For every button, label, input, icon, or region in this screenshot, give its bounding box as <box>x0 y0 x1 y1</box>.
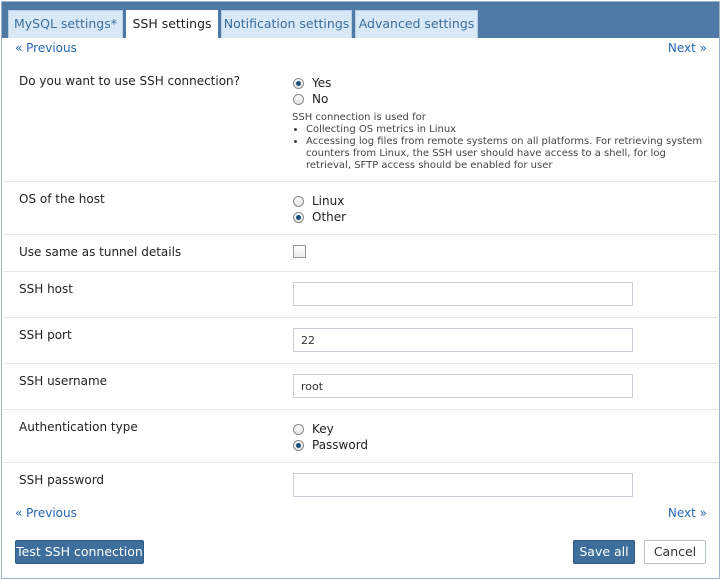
ssh-yes-label: Yes <box>312 76 332 90</box>
auth-type-row: Authentication type Key Password <box>3 410 718 463</box>
ssh-info-text: SSH connection is used for Collecting OS… <box>292 112 712 172</box>
previous-link-top[interactable]: « Previous <box>15 41 77 55</box>
radio-unselected-icon <box>293 195 304 207</box>
next-link-bottom[interactable]: Next » <box>668 506 707 520</box>
ssh-info-item: Accessing log files from remote systems … <box>306 136 712 172</box>
auth-type-label: Authentication type <box>19 420 138 434</box>
tab-ssh-settings[interactable]: SSH settings <box>126 10 218 39</box>
ssh-password-input[interactable] <box>293 473 633 497</box>
save-all-button[interactable]: Save all <box>573 540 635 564</box>
ssh-password-row: SSH password <box>3 463 718 505</box>
previous-link-bottom[interactable]: « Previous <box>15 506 77 520</box>
tab-advanced-settings[interactable]: Advanced settings <box>355 10 478 38</box>
next-link-top[interactable]: Next » <box>668 41 707 55</box>
os-label: OS of the host <box>19 192 105 206</box>
cancel-button[interactable]: Cancel <box>644 540 706 564</box>
auth-password-radio[interactable]: Password <box>293 438 368 452</box>
auth-key-label: Key <box>312 422 334 436</box>
os-linux-radio[interactable]: Linux <box>293 194 344 208</box>
tab-bar: MySQL settings* SSH settings Notificatio… <box>2 2 719 39</box>
ssh-username-input[interactable] <box>293 374 633 398</box>
ssh-host-label: SSH host <box>19 282 73 296</box>
radio-selected-icon <box>293 211 304 223</box>
ssh-port-label: SSH port <box>19 328 72 342</box>
ssh-username-label: SSH username <box>19 374 108 388</box>
ssh-no-radio[interactable]: No <box>293 92 328 106</box>
radio-selected-icon <box>293 77 304 89</box>
radio-selected-icon <box>293 439 304 451</box>
tab-mysql-settings[interactable]: MySQL settings* <box>8 10 123 38</box>
ssh-password-label: SSH password <box>19 473 105 487</box>
ssh-username-row: SSH username <box>3 364 718 410</box>
os-other-label: Other <box>312 210 347 224</box>
auth-key-radio[interactable]: Key <box>293 422 334 436</box>
os-row: OS of the host Linux Other <box>3 182 718 235</box>
ssh-host-row: SSH host <box>3 272 718 318</box>
ssh-port-input[interactable] <box>293 328 633 352</box>
os-other-radio[interactable]: Other <box>293 210 346 224</box>
radio-unselected-icon <box>293 423 304 435</box>
ssh-info-item: Collecting OS metrics in Linux <box>306 124 712 136</box>
tunnel-row: Use same as tunnel details <box>3 235 718 272</box>
os-linux-label: Linux <box>312 194 345 208</box>
ssh-info-intro: SSH connection is used for <box>292 112 426 123</box>
tunnel-label: Use same as tunnel details <box>19 245 182 259</box>
ssh-host-input[interactable] <box>293 282 633 306</box>
tunnel-checkbox[interactable] <box>293 245 306 258</box>
auth-password-label: Password <box>312 438 369 452</box>
settings-panel: MySQL settings* SSH settings Notificatio… <box>1 1 720 579</box>
ssh-no-label: No <box>312 92 329 106</box>
test-ssh-connection-button[interactable]: Test SSH connection <box>15 540 144 564</box>
radio-unselected-icon <box>293 93 304 105</box>
ssh-port-row: SSH port <box>3 318 718 364</box>
ssh-connection-label: Do you want to use SSH connection? <box>19 74 241 88</box>
ssh-yes-radio[interactable]: Yes <box>293 76 331 90</box>
ssh-info-list: Collecting OS metrics in Linux Accessing… <box>292 124 712 172</box>
tab-notification-settings[interactable]: Notification settings <box>221 10 352 38</box>
